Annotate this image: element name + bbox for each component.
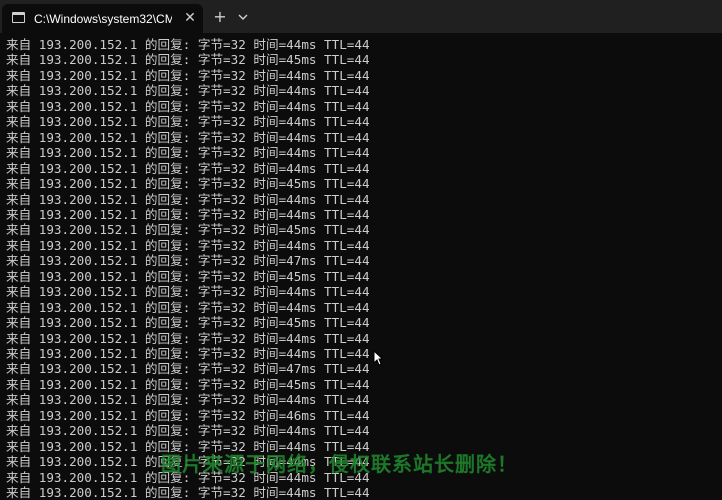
terminal-line: 来自 193.200.152.1 的回复: 字节=32 时间=45ms TTL=…: [6, 222, 370, 238]
chevron-down-icon[interactable]: [236, 8, 250, 26]
terminal-line: 来自 193.200.152.1 的回复: 字节=32 时间=44ms TTL=…: [6, 129, 370, 145]
terminal-output[interactable]: 来自 193.200.152.1 的回复: 字节=32 时间=44ms TTL=…: [0, 35, 722, 500]
tab-title: C:\Windows\system32\CMD.e: [34, 12, 172, 26]
mouse-pointer-icon: [373, 350, 383, 367]
terminal-line: 来自 193.200.152.1 的回复: 字节=32 时间=44ms TTL=…: [6, 346, 370, 361]
terminal-line: 来自 193.200.152.1 的回复: 字节=32 时间=44ms TTL=…: [6, 191, 370, 207]
terminal-line: 来自 193.200.152.1 的回复: 字节=32 时间=45ms TTL=…: [6, 176, 370, 192]
close-tab-button[interactable]: ✕: [182, 10, 198, 26]
terminal-line: 来自 193.200.152.1 的回复: 字节=32 时间=44ms TTL=…: [6, 330, 370, 346]
terminal-line: 来自 193.200.152.1 的回复: 字节=32 时间=44ms TTL=…: [6, 67, 370, 83]
terminal-line: 来自 193.200.152.1 的回复: 字节=32 时间=46ms TTL=…: [6, 407, 370, 423]
terminal-window: C:\Windows\system32\CMD.e ✕ + 来自 193.200…: [0, 0, 722, 500]
tab-bar: C:\Windows\system32\CMD.e ✕ +: [0, 0, 722, 33]
terminal-line: 来自 193.200.152.1 的回复: 字节=32 时间=44ms TTL=…: [6, 37, 370, 52]
terminal-line: 来自 193.200.152.1 的回复: 字节=32 时间=44ms TTL=…: [6, 485, 370, 500]
terminal-line: 来自 193.200.152.1 的回复: 字节=32 时间=44ms TTL=…: [6, 206, 370, 222]
terminal-line: 来自 193.200.152.1 的回复: 字节=32 时间=44ms TTL=…: [6, 237, 370, 253]
watermark-text: 图片来源于网络，侵权联系站长删除！: [161, 452, 518, 476]
terminal-line: 来自 193.200.152.1 的回复: 字节=32 时间=44ms TTL=…: [6, 83, 370, 99]
terminal-line: 来自 193.200.152.1 的回复: 字节=32 时间=45ms TTL=…: [6, 52, 370, 68]
new-tab-button[interactable]: +: [211, 8, 229, 26]
tab-cmd[interactable]: C:\Windows\system32\CMD.e ✕: [2, 4, 203, 33]
terminal-line: 来自 193.200.152.1 的回复: 字节=32 时间=44ms TTL=…: [6, 160, 370, 176]
terminal-icon: [12, 12, 25, 23]
terminal-line: 来自 193.200.152.1 的回复: 字节=32 时间=44ms TTL=…: [6, 299, 370, 315]
terminal-line: 来自 193.200.152.1 的回复: 字节=32 时间=44ms TTL=…: [6, 423, 370, 439]
terminal-line: 来自 193.200.152.1 的回复: 字节=32 时间=44ms TTL=…: [6, 392, 370, 408]
terminal-line: 来自 193.200.152.1 的回复: 字节=32 时间=44ms TTL=…: [6, 145, 370, 161]
terminal-line: 来自 193.200.152.1 的回复: 字节=32 时间=44ms TTL=…: [6, 98, 370, 114]
terminal-line: 来自 193.200.152.1 的回复: 字节=32 时间=44ms TTL=…: [6, 114, 370, 130]
terminal-line: 来自 193.200.152.1 的回复: 字节=32 时间=45ms TTL=…: [6, 268, 370, 284]
terminal-line: 来自 193.200.152.1 的回复: 字节=32 时间=47ms TTL=…: [6, 361, 370, 377]
terminal-line: 来自 193.200.152.1 的回复: 字节=32 时间=45ms TTL=…: [6, 376, 370, 392]
terminal-line: 来自 193.200.152.1 的回复: 字节=32 时间=45ms TTL=…: [6, 315, 370, 331]
terminal-line: 来自 193.200.152.1 的回复: 字节=32 时间=44ms TTL=…: [6, 284, 370, 300]
terminal-line: 来自 193.200.152.1 的回复: 字节=32 时间=47ms TTL=…: [6, 253, 370, 269]
